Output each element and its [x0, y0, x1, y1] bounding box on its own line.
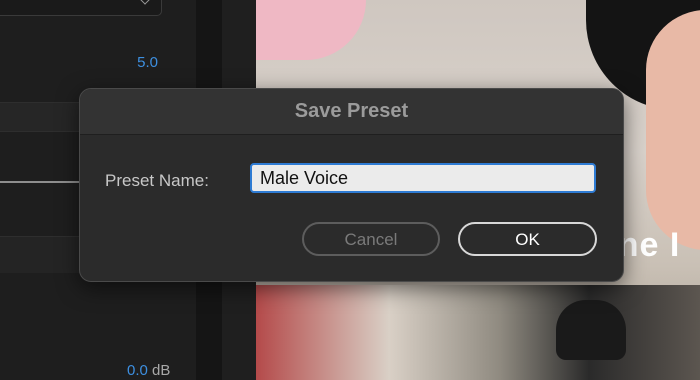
- preset-name-input[interactable]: [250, 163, 596, 193]
- video-table-objects: [256, 285, 700, 380]
- gain-readout: 0.0 dB: [127, 362, 170, 379]
- video-pink-object: [256, 0, 366, 60]
- preset-dropdown[interactable]: [0, 0, 162, 16]
- chevron-down-icon: [139, 0, 151, 5]
- dialog-title: Save Preset: [294, 100, 409, 122]
- gain-value[interactable]: 0.0: [127, 362, 148, 379]
- video-hand: [646, 10, 700, 250]
- save-preset-dialog: Save Preset Preset Name: Cancel OK: [79, 88, 624, 282]
- cancel-button[interactable]: Cancel: [302, 222, 440, 256]
- parameter-value[interactable]: 5.0: [137, 54, 158, 71]
- ok-button[interactable]: OK: [458, 222, 597, 256]
- video-microphone: [556, 300, 626, 360]
- gain-unit: dB: [152, 362, 171, 379]
- preset-name-label: Preset Name:: [105, 171, 209, 190]
